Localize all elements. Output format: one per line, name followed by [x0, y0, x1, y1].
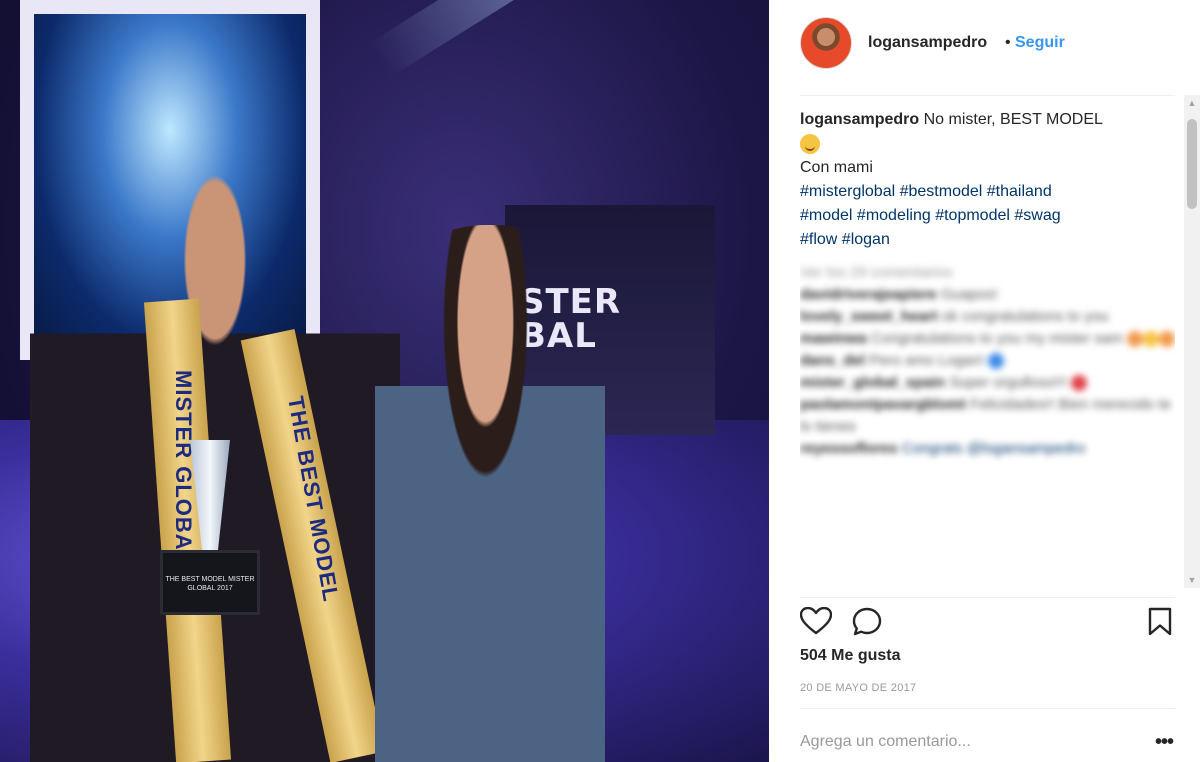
post-date: 20 DE MAYO DE 2017: [800, 682, 917, 694]
caption-text: No mister, BEST MODEL: [923, 111, 1103, 128]
header-separator: •: [1005, 34, 1011, 51]
divider: [800, 95, 1175, 96]
caption: logansampedro No mister, BEST MODEL Con …: [800, 108, 1175, 252]
comment-icon[interactable]: [852, 607, 882, 637]
comments-list: logansampedro No mister, BEST MODEL Con …: [800, 108, 1175, 598]
follow-button[interactable]: Seguir: [1015, 34, 1065, 52]
caption-text-2: Con mami: [800, 159, 873, 176]
action-bar: [800, 603, 1175, 639]
scrollbar-thumb[interactable]: [1187, 119, 1197, 209]
list-item: mawinwa Congratulations to you my mister…: [800, 328, 1175, 350]
caption-username[interactable]: logansampedro: [800, 111, 919, 128]
trophy-cup: [190, 440, 230, 550]
divider: [800, 597, 1175, 598]
scroll-up-arrow-icon[interactable]: ▲: [1184, 95, 1200, 111]
list-item: dans_del Pero amo Logan!: [800, 350, 1175, 372]
scroll-down-arrow-icon[interactable]: ▼: [1184, 572, 1200, 588]
header-username[interactable]: logansampedro: [868, 34, 987, 52]
woman-figure: [375, 225, 605, 762]
more-options-icon[interactable]: •••: [1155, 728, 1174, 756]
like-count[interactable]: 504 Me gusta: [800, 647, 900, 665]
list-item: paolamontpavargblomt Felicidades!! Bien …: [800, 396, 1171, 435]
heart-icon[interactable]: [800, 607, 832, 635]
list-item: lovely_sweet_heart ok congratulations to…: [800, 308, 1109, 325]
hashtags-2[interactable]: #model #modeling #topmodel #swag: [800, 204, 1175, 228]
avatar[interactable]: [800, 17, 852, 69]
comments-scrollbar[interactable]: ▲ ▼: [1184, 95, 1200, 588]
trophy-plaque: THE BEST MODEL MISTER GLOBAL 2017: [160, 550, 260, 615]
list-item: davidriverajeapiere Guapos!: [800, 286, 998, 303]
list-item: mister_global_spain Super orgulloso!!!: [800, 372, 1175, 394]
list-item: reyessoflores Congrats @logansampedro: [800, 440, 1086, 457]
trophy: THE BEST MODEL MISTER GLOBAL 2017: [160, 440, 260, 615]
post-photo[interactable]: STER BAL MISTER GLOBAL THE BEST MODEL TH…: [0, 0, 769, 762]
bookmark-icon[interactable]: [1148, 607, 1172, 637]
wink-emoji-icon: [800, 133, 820, 154]
light-beam: [369, 0, 747, 77]
comment-input[interactable]: [800, 728, 1130, 756]
hashtags-3[interactable]: #flow #logan: [800, 228, 1175, 252]
blurred-comments: Ver los 29 comentarios davidriverajeapie…: [800, 262, 1175, 460]
post-details-panel: logansampedro • Seguir logansampedro No …: [769, 0, 1200, 762]
post-header: logansampedro • Seguir: [769, 0, 1200, 95]
hashtags-1[interactable]: #misterglobal #bestmodel #thailand: [800, 180, 1175, 204]
view-all-comments[interactable]: Ver los 29 comentarios: [800, 262, 1175, 284]
divider: [800, 708, 1175, 709]
